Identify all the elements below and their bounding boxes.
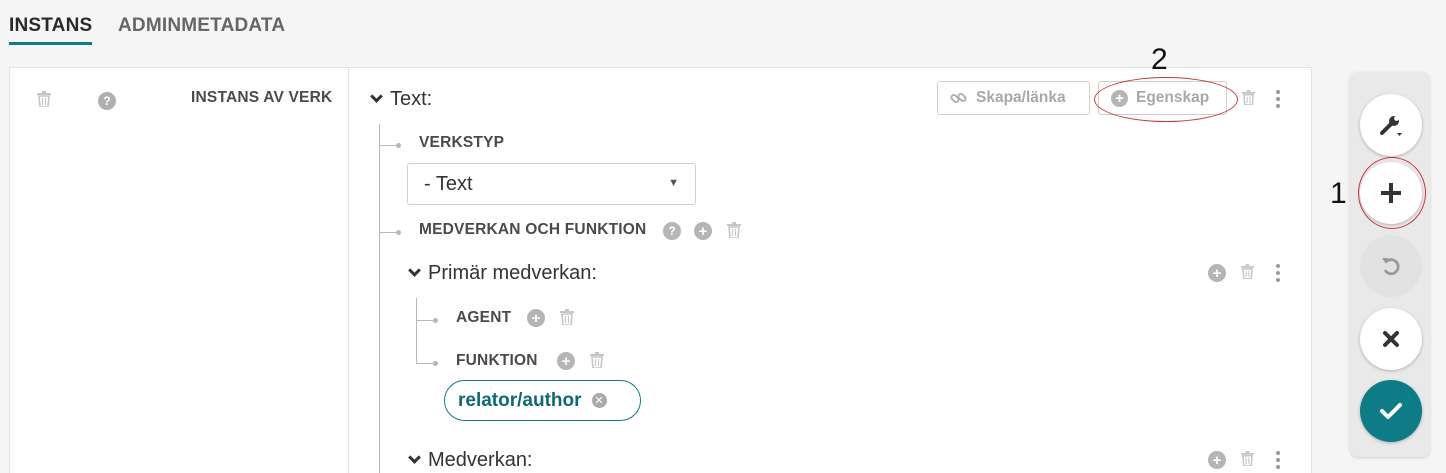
chevron-down-icon bbox=[370, 90, 383, 103]
tree-node bbox=[433, 318, 438, 323]
trash-icon[interactable] bbox=[37, 91, 51, 107]
undo-button[interactable] bbox=[1360, 235, 1422, 297]
wrench-icon bbox=[1380, 116, 1402, 136]
caret-down-icon: ▼ bbox=[668, 177, 679, 189]
chevron-down-icon bbox=[408, 451, 421, 464]
annotation-ellipse-add bbox=[1358, 157, 1426, 229]
tab-instans[interactable]: INSTANS bbox=[9, 15, 93, 45]
more-options-icon[interactable] bbox=[1276, 90, 1280, 108]
primar-medverkan-toggle[interactable]: Primär medverkan: bbox=[408, 262, 597, 285]
main-panel: ? INSTANS AV VERK bbox=[9, 67, 1312, 473]
save-button[interactable] bbox=[1360, 380, 1422, 442]
trash-icon[interactable] bbox=[590, 352, 604, 368]
tree-line bbox=[379, 124, 380, 473]
verkstyp-value: - Text bbox=[424, 172, 473, 195]
remove-icon[interactable]: ✕ bbox=[591, 393, 607, 408]
create-link-button[interactable]: Skapa/länka bbox=[937, 81, 1090, 115]
close-icon bbox=[1383, 331, 1399, 347]
medverkan-toggle[interactable]: Medverkan: bbox=[408, 449, 533, 472]
tools-button[interactable] bbox=[1360, 94, 1422, 156]
link-icon bbox=[950, 92, 967, 104]
more-options-icon[interactable] bbox=[1276, 451, 1280, 469]
text-block-title: Text: bbox=[390, 88, 433, 110]
add-icon[interactable]: + bbox=[527, 309, 545, 327]
medverkan-title: Medverkan: bbox=[428, 449, 533, 471]
annotation-ellipse-property bbox=[1094, 77, 1238, 122]
primar-medverkan-title: Primär medverkan: bbox=[428, 262, 597, 284]
help-icon[interactable]: ? bbox=[98, 92, 116, 110]
left-column: ? INSTANS AV VERK bbox=[10, 68, 349, 473]
side-toolbar bbox=[1350, 72, 1430, 457]
trash-icon[interactable] bbox=[560, 309, 574, 325]
annotation-number-two: 2 bbox=[1151, 43, 1168, 76]
tab-adminmetadata[interactable]: ADMINMETADATA bbox=[118, 15, 285, 37]
help-icon[interactable]: ? bbox=[663, 222, 681, 240]
cancel-button[interactable] bbox=[1360, 308, 1422, 370]
relator-chip-label: relator/author bbox=[458, 389, 582, 411]
funktion-label: FUNKTION bbox=[456, 352, 538, 369]
text-block-toggle[interactable]: Text: bbox=[370, 88, 433, 111]
tree-node bbox=[433, 361, 438, 366]
tree-node bbox=[396, 230, 401, 235]
create-link-label: Skapa/länka bbox=[976, 89, 1066, 106]
instans-av-verk-label: INSTANS AV VERK bbox=[191, 89, 333, 106]
verkstyp-select[interactable]: - Text ▼ bbox=[407, 163, 696, 205]
more-options-icon[interactable] bbox=[1276, 264, 1280, 282]
medverkan-funktion-label: MEDVERKAN OCH FUNKTION bbox=[419, 221, 647, 238]
relator-chip[interactable]: relator/author ✕ bbox=[444, 380, 641, 421]
trash-icon[interactable] bbox=[727, 222, 741, 238]
add-icon[interactable]: + bbox=[1208, 451, 1226, 469]
verkstyp-label: VERKSTYP bbox=[419, 134, 505, 151]
tree-line bbox=[416, 298, 417, 364]
chevron-down-icon bbox=[408, 264, 421, 277]
checkmark-icon bbox=[1380, 403, 1402, 419]
undo-icon bbox=[1382, 258, 1400, 276]
add-icon[interactable]: + bbox=[694, 222, 712, 240]
trash-icon[interactable] bbox=[1241, 264, 1254, 279]
tree-node bbox=[396, 143, 401, 148]
trash-icon[interactable] bbox=[1242, 90, 1255, 105]
trash-icon[interactable] bbox=[1241, 451, 1254, 466]
annotation-number-one: 1 bbox=[1330, 177, 1347, 210]
add-icon[interactable]: + bbox=[557, 352, 575, 370]
agent-label: AGENT bbox=[456, 309, 512, 326]
add-icon[interactable]: + bbox=[1208, 264, 1226, 282]
